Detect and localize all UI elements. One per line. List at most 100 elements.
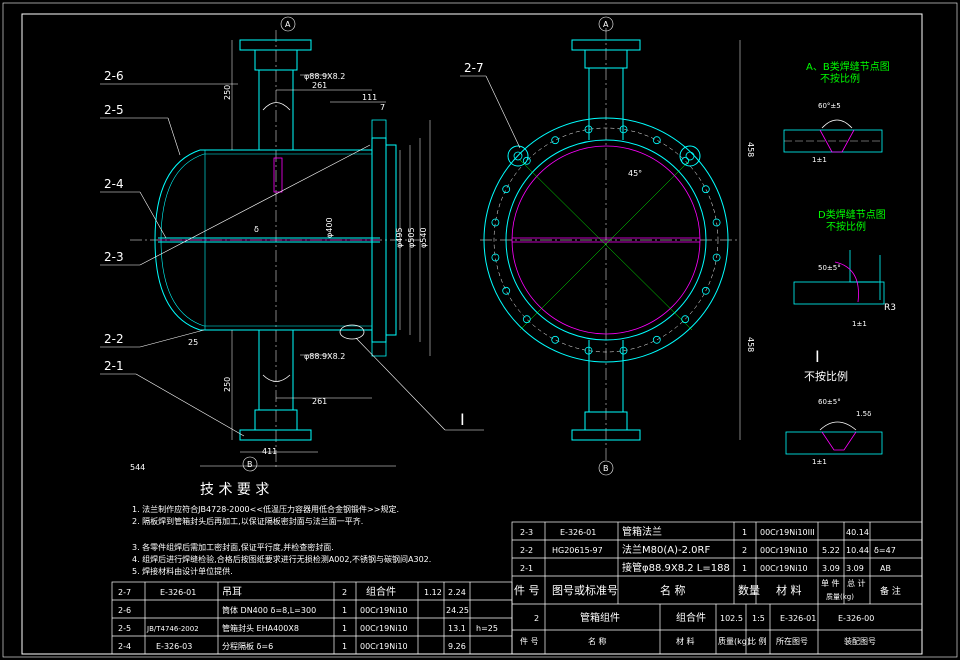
svg-text:比 例: 比 例 [748, 636, 767, 646]
ab-detail-title: A、B类焊缝节点图 [806, 60, 890, 73]
bom-right-row: 2-1 接管φ88.9X8.2 L=188 1 00Cr19Ni10 3.09 … [520, 561, 891, 574]
svg-text:单 件: 单 件 [821, 578, 840, 588]
marker-b-left: B [247, 460, 253, 469]
ab-detail-sub: 不按比例 [820, 72, 860, 85]
dim-45: 45° [628, 169, 642, 178]
bolt-hole [551, 136, 560, 145]
bolt-hole [491, 253, 500, 262]
angle-2: 50±5° [818, 264, 841, 272]
svg-text:E-326-01: E-326-01 [560, 528, 596, 537]
dimension-labels: 250 φ88.9X8.2 261 111 7 δ φ400 φ495 φ505… [130, 72, 755, 472]
detail-i-label: I [460, 410, 465, 429]
svg-text:E-326-00: E-326-00 [838, 614, 874, 623]
svg-text:管箱法兰: 管箱法兰 [622, 525, 662, 538]
tech-item-3: 3. 各零件组焊后需加工密封面,保证平行度,并检查密封面. [132, 542, 334, 552]
d-detail-sub: 不按比例 [826, 220, 866, 233]
svg-text:件 号: 件 号 [520, 636, 539, 646]
svg-text:2-2: 2-2 [520, 546, 533, 555]
bolt-hole [551, 335, 560, 344]
svg-text:1: 1 [742, 528, 747, 537]
bolt-hole [652, 136, 661, 145]
bolt-hole [502, 286, 511, 295]
svg-text:00Cr19Ni10: 00Cr19Ni10 [360, 606, 408, 615]
svg-text:名 称: 名 称 [588, 636, 607, 646]
svg-text:管箱封头 EHA400X8: 管箱封头 EHA400X8 [222, 623, 299, 633]
dim-250-bottom: 250 [223, 377, 232, 392]
dim-261-bottom: 261 [312, 397, 327, 406]
svg-text:2-7: 2-7 [118, 588, 131, 597]
gap-2: 1±1 [852, 320, 867, 328]
front-view [130, 30, 431, 470]
bom-left-row: 2-6 筒体 DN400 δ=8,L=300 1 00Cr19Ni10 24.2… [118, 605, 469, 615]
bolt-hole [522, 315, 531, 324]
dim-458-top: 458 [746, 142, 755, 157]
engineering-drawing: 2-6 2-5 2-4 2-3 2-2 2-1 2-7 I A B A B 25… [2, 2, 958, 658]
svg-text:2-3: 2-3 [520, 528, 533, 537]
part-2-6-label: 2-6 [104, 69, 124, 83]
svg-text:管箱组件: 管箱组件 [580, 611, 620, 624]
svg-text:24.25: 24.25 [446, 606, 469, 615]
part-2-4-label: 2-4 [104, 177, 124, 191]
bom-left-row: 2-7 E-326-01 吊耳 2 组合件 1.12 2.24 [118, 585, 466, 598]
part-2-3-label: 2-3 [104, 250, 124, 264]
svg-text:质量(kg): 质量(kg) [826, 592, 854, 601]
dim-544: 544 [130, 463, 145, 472]
marker-b-right: B [603, 464, 609, 473]
svg-text:E-326-03: E-326-03 [156, 642, 192, 651]
svg-text:质量(kg): 质量(kg) [718, 636, 750, 646]
dim-495: φ495 [395, 227, 404, 248]
bom-right: 2-3 E-326-01 管箱法兰 1 00Cr19Ni10III 40.14 … [514, 525, 901, 646]
svg-text:法兰M80(A)-2.0RF: 法兰M80(A)-2.0RF [622, 543, 710, 556]
svg-text:接管φ88.9X8.2 L=188: 接管φ88.9X8.2 L=188 [622, 561, 730, 574]
svg-text:图号或标准号: 图号或标准号 [552, 583, 618, 597]
tech-item-5: 5. 焊接材料由设计单位提供. [132, 566, 233, 576]
svg-text:E-326-01: E-326-01 [160, 588, 196, 597]
part-2-1-label: 2-1 [104, 359, 124, 373]
svg-text:分程隔板 δ=6: 分程隔板 δ=6 [222, 641, 273, 651]
dim-pipe-bottom: φ88.9X8.2 [304, 352, 345, 361]
svg-text:3.09: 3.09 [846, 564, 864, 573]
svg-text:2.24: 2.24 [448, 588, 466, 597]
bom-right-header: 件 号 图号或标准号 名 称 数量 材 料 单 件 总 计 质量(kg) 备 注 [514, 578, 901, 601]
angle-3: 60±5° [818, 398, 841, 406]
svg-text:2-4: 2-4 [118, 642, 131, 651]
dim-411: 411 [262, 447, 277, 456]
part-2-5-label: 2-5 [104, 103, 124, 117]
svg-text:9.26: 9.26 [448, 642, 466, 651]
svg-text:2: 2 [742, 546, 747, 555]
svg-text:筒体 DN400 δ=8,L=300: 筒体 DN400 δ=8,L=300 [222, 605, 316, 615]
dim-261-top: 261 [312, 81, 327, 90]
bom-left-row: 2-5 JB/T4746-2002 管箱封头 EHA400X8 1 00Cr19… [118, 623, 498, 633]
bolt-hole [652, 335, 661, 344]
dim-250-top: 250 [223, 85, 232, 100]
svg-text:2: 2 [534, 614, 539, 623]
dim-505: φ505 [407, 227, 416, 248]
i-detail-title: I [815, 347, 820, 366]
d-detail-title: D类焊缝节点图 [818, 208, 886, 221]
svg-text:00Cr19Ni10III: 00Cr19Ni10III [760, 528, 815, 537]
svg-text:2-1: 2-1 [520, 564, 533, 573]
svg-text:2: 2 [342, 588, 347, 597]
svg-text:1.12: 1.12 [424, 588, 442, 597]
dim-458-bottom: 458 [746, 337, 755, 352]
tech-requirements: 技 术 要 求 1. 法兰制作应符合JB4728-2000<<低温压力容器用低合… [132, 482, 431, 576]
svg-text:组合件: 组合件 [676, 611, 706, 624]
part-2-2-label: 2-2 [104, 332, 124, 346]
bolt-hole [681, 156, 690, 165]
svg-text:40.14: 40.14 [846, 528, 869, 537]
bom-right-row: 2-3 E-326-01 管箱法兰 1 00Cr19Ni10III 40.14 [520, 525, 869, 538]
bom-left-row: 2-4 E-326-03 分程隔板 δ=6 1 00Cr19Ni10 9.26 [118, 641, 466, 651]
side-view [460, 28, 741, 460]
svg-text:备 注: 备 注 [880, 585, 901, 597]
tech-item-1: 1. 法兰制作应符合JB4728-2000<<低温压力容器用低合金钢锻件>>规定… [132, 504, 399, 514]
svg-text:2-6: 2-6 [118, 606, 131, 615]
bom-assembly-row: 2 管箱组件 组合件 102.5 1:5 E-326-01 E-326-00 [534, 611, 874, 624]
svg-text:所在图号: 所在图号 [776, 636, 808, 646]
marker-a-right: A [603, 20, 609, 29]
marker-a-left: A [285, 20, 291, 29]
tech-title: 技 术 要 求 [200, 482, 269, 498]
svg-text:1: 1 [342, 624, 347, 633]
svg-text:1: 1 [342, 642, 347, 651]
svg-text:材 料: 材 料 [776, 583, 802, 597]
i-detail-sub: 不按比例 [804, 369, 848, 383]
